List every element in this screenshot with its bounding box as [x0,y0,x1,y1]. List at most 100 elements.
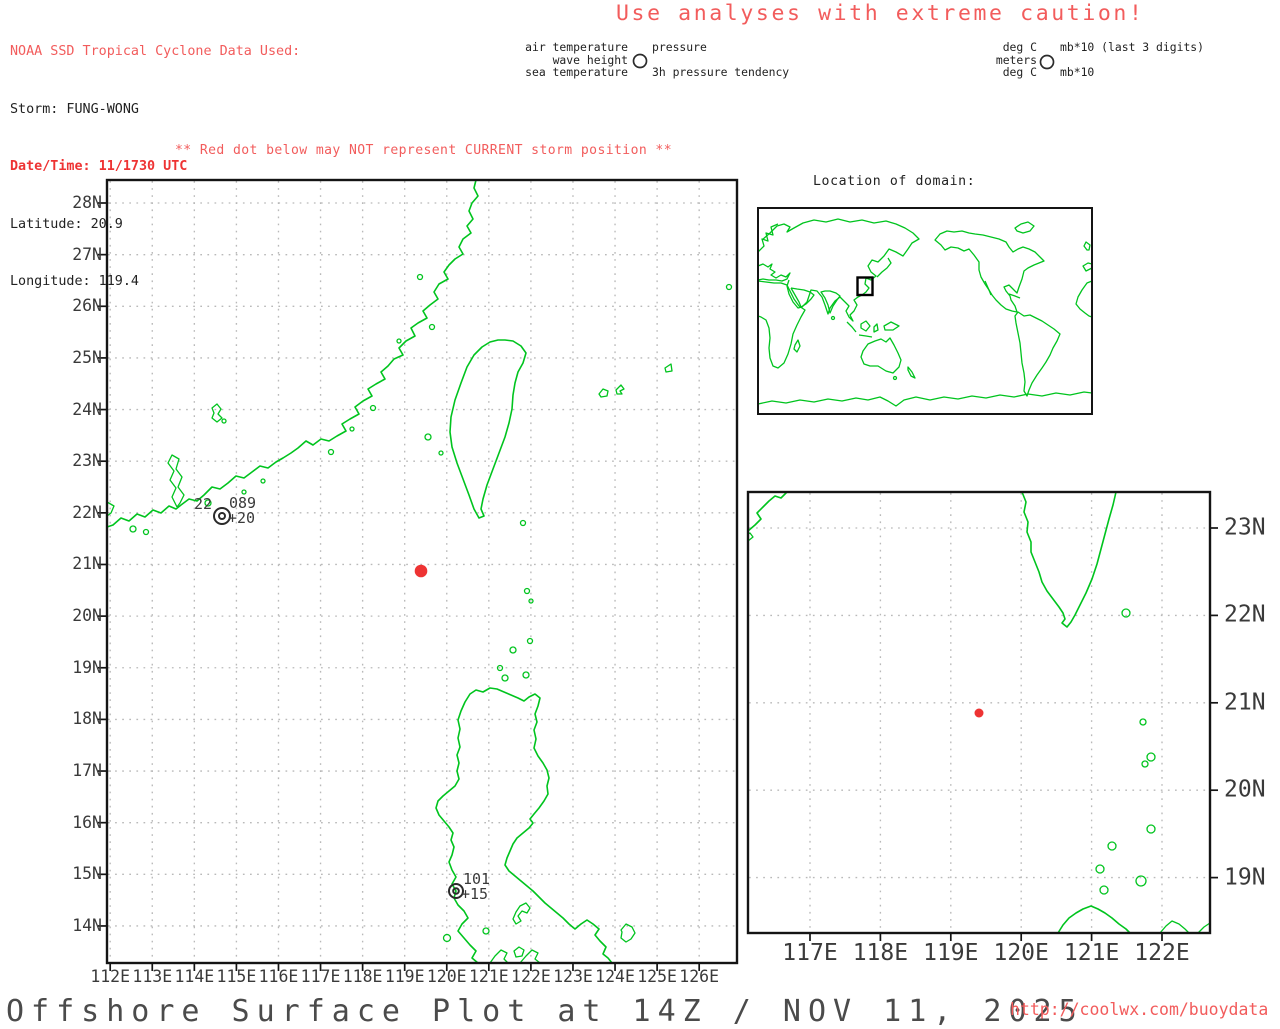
lon-tick-label: 121E [469,967,509,986]
world-map-frame [758,208,1092,414]
coastline-luzon-inset [1160,921,1189,933]
coast-antarctica [758,392,1092,406]
lat-tick-label: 23N [1224,514,1266,540]
legend-unit-degc-air: deg C [957,41,1037,53]
island-greenland [1015,222,1034,233]
lat-tick-label: 20N [1224,777,1266,803]
zoom-inset-map [740,485,1225,947]
islet [418,275,423,280]
lon-tick-label: 122E [1134,940,1189,966]
lon-tick-label: 112E [90,967,130,986]
lon-tick-label: 116E [259,967,299,986]
lat-tick-label: 21N [52,555,102,574]
lon-tick-label: 121E [1064,940,1119,966]
legend-pressure-tendency: 3h pressure tendency [652,66,789,78]
noaa-source-line: NOAA SSD Tropical Cyclone Data Used: [10,42,300,62]
island [144,530,149,535]
station-circle [219,513,225,519]
island-yaeyama [616,385,624,394]
island-babuyan [1100,886,1108,894]
offshore-surface-plot-page: { "colors": { "red": "#ee3333", "light_r… [0,0,1280,1024]
lon-tick-label: 119E [385,967,425,986]
island-babuyan [1108,842,1116,850]
lon-tick-label: 123E [553,967,593,986]
storm-position-dot-inset [975,709,984,718]
island-sumatra [847,322,856,332]
lat-tick-label: 23N [52,451,102,470]
lat-tick-label: 24N [52,400,102,419]
island-batanes [1142,761,1148,767]
coast-mediterranean [758,264,790,281]
island [222,419,226,423]
lat-tick-label: 27N [52,245,102,264]
legend-unit-meters: meters [957,54,1037,66]
island-borneo [861,321,870,331]
lon-tick-label: 118E [343,967,383,986]
peninsula-baja [985,281,991,295]
coastline-china-inset [748,492,787,531]
coastline-pearl-delta [168,455,184,507]
legend-unit-degc-sea: deg C [957,66,1037,78]
lat-tick-label: 18N [52,710,102,729]
coast-iberia [1083,263,1092,271]
inset-map-ticks [810,528,1218,941]
lat-tick-label: 14N [52,916,102,935]
coastline-luzon [436,688,612,963]
island-polillo [513,903,530,924]
island [212,404,222,422]
legend-air-temperature: air temperature [478,41,628,53]
station-circle-icon [1039,54,1055,70]
island-newzealand [908,367,915,378]
lat-tick-label: 20N [52,606,102,625]
legend-pressure: pressure [652,41,707,53]
source-url-link[interactable]: http://coolwx.com/buoydata [1010,1000,1268,1019]
island-babuyan [523,672,529,678]
islet [371,406,376,411]
world-coastlines [758,219,1092,406]
coastline-luzon-inset [1198,923,1210,933]
legend-unit-mb10-last3: mb*10 (last 3 digits) [1060,41,1204,53]
islet [430,325,435,330]
island-batanes [1140,719,1146,725]
island-miyako [665,364,672,372]
island-sulawesi [874,324,878,332]
lat-tick-label: 15N [52,864,102,883]
lat-tick-label: 25N [52,348,102,367]
island-batanes [1147,753,1155,761]
island-babuyan [510,647,516,653]
lon-tick-label: 119E [923,940,978,966]
islet [329,450,334,455]
legend-wave-height: wave height [478,54,628,66]
island-batanes [525,589,530,594]
islet [521,521,526,526]
lat-tick-label: 26N [52,296,102,315]
red-dot-warning: ** Red dot below may NOT represent CURRE… [175,143,672,158]
island-babuyan [502,675,508,681]
island-kume [727,285,732,290]
island-babuyan [1096,865,1104,873]
world-inset-title: Location of domain: [813,174,975,189]
lon-tick-label: 125E [637,967,677,986]
islet [483,928,489,934]
lat-tick-label: 19N [52,658,102,677]
lat-tick-label: 28N [52,193,102,212]
lat-tick-label: 21N [1224,689,1266,715]
island-catanduanes [621,924,635,942]
coastline-taiwan-inset [1022,492,1116,627]
island-tasmania [894,377,897,380]
station-air-temp: 22 [188,497,212,512]
coastline-south-luzon [490,950,508,963]
lon-tick-label: 114E [174,967,214,986]
coast-africa [758,281,805,368]
legend-unit-mb10: mb*10 [1060,66,1094,78]
main-map [90,170,750,980]
lon-tick-label: 113E [132,967,172,986]
station-circle-icon [632,53,648,69]
lat-tick-label: 16N [52,813,102,832]
island-srilanka [832,317,835,320]
island-marinduque [514,947,524,957]
islet [439,451,443,455]
islet [350,427,354,431]
island-newguinea [884,322,899,330]
coast-eurasia [762,219,919,321]
